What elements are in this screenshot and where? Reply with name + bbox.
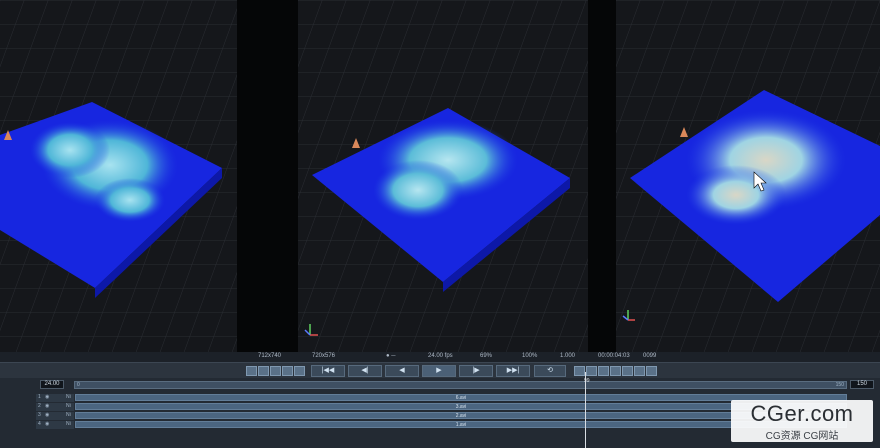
step-back-button[interactable]: ◀|: [348, 365, 382, 377]
eye-icon[interactable]: ◉: [45, 394, 49, 400]
timeline-ruler[interactable]: 0 150: [74, 381, 847, 389]
step-forward-button[interactable]: |▶: [459, 365, 493, 377]
zoom-readout: 69%: [480, 353, 493, 359]
timecode-readout: 00:00:04:03: [598, 353, 630, 359]
end-frame-field[interactable]: 150: [850, 380, 874, 389]
skip-to-start-icon: |◀◀: [321, 367, 335, 374]
view-tool-button[interactable]: [622, 366, 633, 376]
viewport-2[interactable]: [298, 0, 588, 352]
start-frame-field[interactable]: 24.00: [40, 380, 64, 389]
eye-icon[interactable]: ◉: [45, 403, 49, 409]
view-tool-button[interactable]: [610, 366, 621, 376]
loop-button[interactable]: ⟲: [534, 365, 566, 377]
play-icon: ▶: [436, 367, 442, 374]
viewport-divider: [588, 0, 616, 352]
eye-icon[interactable]: ◉: [45, 421, 49, 427]
viewport-divider: [237, 0, 298, 352]
skip-to-end-button[interactable]: ▶▶|: [496, 365, 530, 377]
watermark-title: CGer.com: [750, 401, 854, 426]
playhead-label: 99: [584, 378, 590, 384]
layer-controls: 2 ◉ Ni: [36, 403, 74, 411]
layer-controls: 1 ◉ Ni: [36, 394, 74, 402]
view-tool-button[interactable]: [646, 366, 657, 376]
view-tool-button[interactable]: [258, 366, 269, 376]
view-tool-button[interactable]: [246, 366, 257, 376]
ratio-readout: 1.000: [560, 353, 576, 359]
viewport-1[interactable]: [0, 0, 237, 352]
status-bar: 712x740 720x576 ● ─ 24.00 fps 69% 100% 1…: [0, 352, 880, 362]
skip-to-end-icon: ▶▶|: [506, 367, 520, 374]
fps-readout: 24.00 fps: [428, 353, 453, 359]
play-button[interactable]: ▶: [422, 365, 456, 377]
scale-readout: 100%: [522, 353, 538, 359]
playback-controls: |◀◀ ◀| ◀ ▶ |▶ ▶▶| ⟲: [0, 362, 880, 379]
ruler-end-label: 150: [835, 382, 844, 388]
view-tool-button[interactable]: [634, 366, 645, 376]
play-reverse-button[interactable]: ◀: [385, 365, 419, 377]
layer-controls: 3 ◉ Ni: [36, 412, 74, 420]
play-reverse-icon: ◀: [399, 367, 405, 374]
layer-controls: 4 ◉ Ni: [36, 421, 74, 429]
view-tool-button[interactable]: [586, 366, 597, 376]
view-tool-button[interactable]: [598, 366, 609, 376]
resolution-a: 712x740: [258, 353, 282, 359]
viewport-3[interactable]: [616, 0, 880, 352]
step-forward-icon: |▶: [472, 367, 480, 374]
dot-indicator-icon: ● ─: [386, 353, 396, 359]
view-tool-button[interactable]: [282, 366, 293, 376]
viewport-area[interactable]: [0, 0, 880, 352]
ruler-start-label: 0: [77, 382, 80, 388]
resolution-b: 720x576: [312, 353, 336, 359]
watermark-subtitle: CG资源 CG网站: [765, 431, 839, 442]
view-tool-button[interactable]: [294, 366, 305, 376]
frame-readout: 0099: [643, 353, 657, 359]
view-tool-button[interactable]: [270, 366, 281, 376]
loop-icon: ⟲: [547, 367, 553, 374]
step-back-icon: ◀|: [361, 367, 369, 374]
watermark: CGer.com CG资源 CG网站: [731, 400, 873, 442]
eye-icon[interactable]: ◉: [45, 412, 49, 418]
view-tool-button[interactable]: [574, 366, 585, 376]
skip-to-start-button[interactable]: |◀◀: [311, 365, 345, 377]
